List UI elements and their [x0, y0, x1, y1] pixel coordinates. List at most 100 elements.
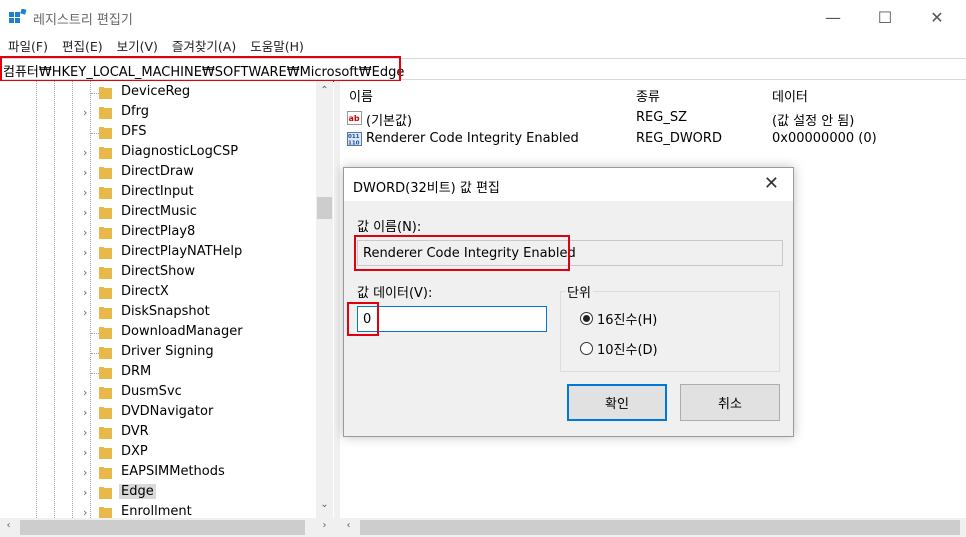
- expand-chevron-icon[interactable]: ›: [83, 406, 95, 420]
- folder-icon: [99, 207, 112, 219]
- expand-chevron-icon[interactable]: ›: [83, 246, 95, 260]
- scroll-left-icon[interactable]: ‹: [0, 520, 17, 531]
- expand-chevron-icon[interactable]: ›: [83, 106, 95, 120]
- tree-hscroll-thumb[interactable]: [20, 520, 305, 535]
- tree-item-label: DirectDraw: [121, 164, 194, 179]
- tree-item-label: DusmSvc: [121, 384, 182, 399]
- tree-item[interactable]: Driver Signing: [0, 343, 316, 363]
- folder-icon: [99, 127, 112, 139]
- expand-chevron-icon[interactable]: ›: [83, 386, 95, 400]
- tree-item-label: DownloadManager: [121, 324, 243, 339]
- dialog-close-icon[interactable]: ✕: [764, 173, 779, 194]
- tree-item[interactable]: › DirectInput: [0, 183, 316, 203]
- expand-chevron-icon[interactable]: ›: [83, 486, 95, 500]
- tree-item[interactable]: › DVR: [0, 423, 316, 443]
- tree-item-label: DXP: [121, 444, 148, 459]
- window-title: 레지스트리 편집기: [33, 13, 133, 28]
- tree-item[interactable]: › DirectMusic: [0, 203, 316, 223]
- column-name[interactable]: 이름: [349, 86, 373, 105]
- menu-edit[interactable]: 편집(E): [55, 34, 110, 56]
- list-hscroll-thumb[interactable]: [360, 520, 960, 535]
- menu-file[interactable]: 파일(F): [0, 34, 55, 56]
- maximize-button[interactable]: ☐: [862, 0, 908, 34]
- tree-item[interactable]: DFS: [0, 123, 316, 143]
- tree-item[interactable]: › Dfrg: [0, 103, 316, 123]
- regedit-icon: [9, 9, 27, 23]
- tree-item[interactable]: DRM: [0, 363, 316, 383]
- ok-button[interactable]: 확인: [567, 384, 667, 421]
- tree-item[interactable]: DeviceReg: [0, 83, 316, 103]
- minimize-button[interactable]: —: [810, 0, 856, 34]
- expand-chevron-icon[interactable]: ›: [83, 466, 95, 480]
- tree-item[interactable]: › DirectPlayNATHelp: [0, 243, 316, 263]
- list-item[interactable]: ab (기본값) REG_SZ (값 설정 안 됨): [340, 108, 966, 129]
- list-item[interactable]: 011 110 Renderer Code Integrity Enabled …: [340, 129, 966, 150]
- tree-vertical-scrollbar[interactable]: ⌃ ⌄: [316, 81, 333, 518]
- column-type[interactable]: 종류: [636, 86, 660, 105]
- value-data: (값 설정 안 됨): [772, 114, 855, 129]
- folder-icon: [99, 327, 112, 339]
- tree-item[interactable]: › DXP: [0, 443, 316, 463]
- tree-item[interactable]: › DiskSnapshot: [0, 303, 316, 323]
- expand-chevron-icon[interactable]: ›: [83, 206, 95, 220]
- expand-chevron-icon[interactable]: ›: [83, 306, 95, 320]
- tree-item[interactable]: › DiagnosticLogCSP: [0, 143, 316, 163]
- expand-chevron-icon[interactable]: ›: [83, 186, 95, 200]
- tree-item-label: Dfrg: [121, 104, 149, 119]
- scroll-left-icon[interactable]: ‹: [340, 520, 357, 531]
- tree-item[interactable]: DownloadManager: [0, 323, 316, 343]
- registry-tree: DeviceReg › Dfrg DFS › DiagnosticLogCSP › Direc…: [0, 81, 316, 518]
- tree-item[interactable]: › EAPSIMMethods: [0, 463, 316, 483]
- folder-icon: [99, 467, 112, 479]
- tree-item[interactable]: › Enrollment: [0, 503, 316, 518]
- list-horizontal-scrollbar[interactable]: ‹: [340, 518, 966, 537]
- value-name-label: 값 이름(N):: [357, 220, 422, 235]
- cancel-button[interactable]: 취소: [680, 384, 780, 421]
- menu-favorites[interactable]: 즐겨찾기(A): [165, 34, 243, 56]
- tree-item[interactable]: › DirectShow: [0, 263, 316, 283]
- expand-chevron-icon[interactable]: ›: [83, 226, 95, 240]
- scroll-down-icon[interactable]: ⌄: [316, 499, 333, 510]
- expand-chevron-icon[interactable]: ›: [83, 286, 95, 300]
- tree-item-label: Edge: [119, 484, 156, 499]
- expand-chevron-icon[interactable]: ›: [83, 146, 95, 160]
- tree-item-label: DirectPlayNATHelp: [121, 244, 243, 259]
- menu-help[interactable]: 도움말(H): [243, 34, 311, 56]
- tree-item[interactable]: › Edge: [0, 483, 316, 503]
- tree-item[interactable]: › DVDNavigator: [0, 403, 316, 423]
- tree-horizontal-scrollbar[interactable]: ‹ ›: [0, 518, 334, 537]
- address-highlight-box: [0, 56, 401, 82]
- base-group-title: 단위: [565, 282, 593, 301]
- folder-icon: [99, 427, 112, 439]
- dialog-title-bar: DWORD(32비트) 값 편집 ✕: [344, 168, 793, 201]
- tree-item-label: DVR: [121, 424, 149, 439]
- tree-scroll-thumb[interactable]: [317, 197, 332, 219]
- radio-selected-icon[interactable]: [580, 312, 593, 325]
- expand-chevron-icon[interactable]: ›: [83, 426, 95, 440]
- value-name: Renderer Code Integrity Enabled: [366, 131, 579, 146]
- expand-chevron-icon[interactable]: ›: [83, 506, 95, 518]
- column-data[interactable]: 데이터: [772, 86, 808, 105]
- value-data: 0x00000000 (0): [772, 131, 877, 146]
- radio-unselected-icon[interactable]: [580, 342, 593, 355]
- tree-item[interactable]: › DirectX: [0, 283, 316, 303]
- radio-decimal[interactable]: 10진수(D): [580, 339, 658, 358]
- menu-view[interactable]: 보기(V): [110, 34, 165, 56]
- string-value-icon: ab: [347, 111, 362, 125]
- expand-chevron-icon[interactable]: ›: [83, 166, 95, 180]
- value-data-input[interactable]: [357, 306, 547, 332]
- tree-item[interactable]: › DirectDraw: [0, 163, 316, 183]
- svg-text:011: 011: [348, 134, 360, 140]
- expand-chevron-icon[interactable]: ›: [83, 266, 95, 280]
- expand-chevron-icon[interactable]: ›: [83, 446, 95, 460]
- folder-icon: [99, 367, 112, 379]
- radio-hex[interactable]: 16진수(H): [580, 309, 657, 328]
- scroll-up-icon[interactable]: ⌃: [316, 85, 333, 96]
- tree-item-label: DFS: [121, 124, 147, 139]
- close-button[interactable]: ✕: [914, 0, 960, 34]
- tree-item-label: DirectX: [121, 284, 169, 299]
- tree-item[interactable]: › DusmSvc: [0, 383, 316, 403]
- folder-icon: [99, 147, 112, 159]
- scroll-right-icon[interactable]: ›: [316, 520, 333, 531]
- tree-item[interactable]: › DirectPlay8: [0, 223, 316, 243]
